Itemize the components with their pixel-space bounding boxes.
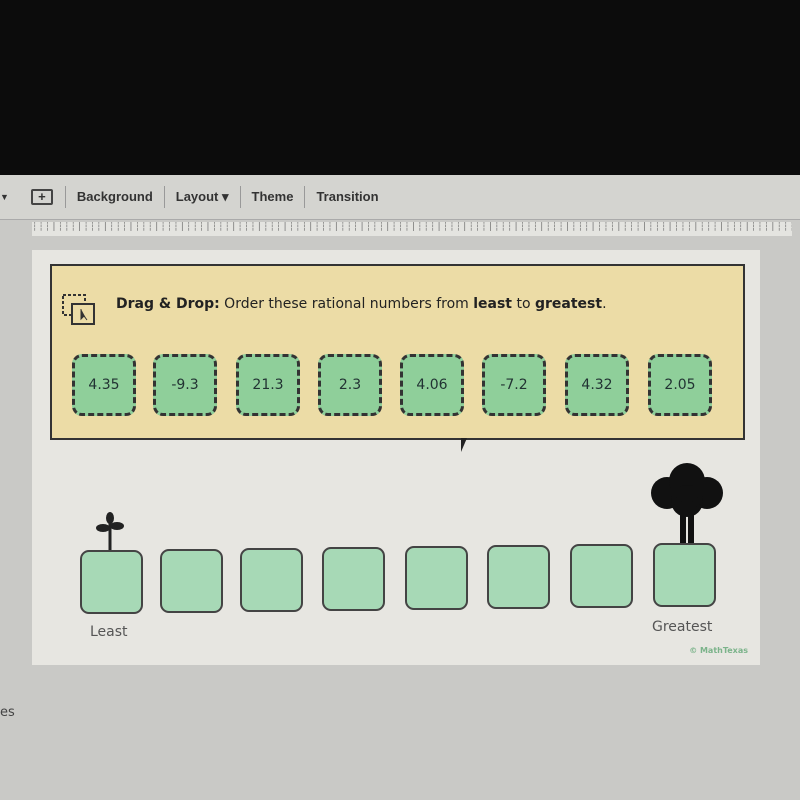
drop-slot[interactable]: [160, 549, 223, 613]
mouse-cursor-icon: [461, 438, 467, 452]
drop-slot[interactable]: [322, 547, 385, 611]
drop-slot[interactable]: [653, 543, 716, 607]
number-card[interactable]: -7.2: [482, 354, 546, 416]
number-card[interactable]: -9.3: [153, 354, 217, 416]
slide-canvas: Drag & Drop: Order these rational number…: [32, 250, 760, 665]
theme-button[interactable]: Theme: [241, 186, 306, 208]
prompt-box: Drag & Drop: Order these rational number…: [50, 264, 745, 440]
number-card[interactable]: 2.05: [648, 354, 712, 416]
drop-slot[interactable]: [240, 548, 303, 612]
tree-icon: [651, 463, 723, 545]
least-label: Least: [90, 624, 128, 640]
number-card[interactable]: 4.06: [400, 354, 464, 416]
drop-slot[interactable]: [405, 546, 468, 610]
layout-label: Layout: [175, 189, 219, 204]
add-comment-icon[interactable]: +: [30, 189, 53, 205]
drop-slot[interactable]: [487, 545, 550, 609]
number-card[interactable]: 2.3: [318, 354, 382, 416]
background-button[interactable]: Background: [64, 186, 165, 208]
number-card[interactable]: 21.3: [236, 354, 300, 416]
dropdown-caret-icon[interactable]: ▼: [0, 192, 9, 202]
ruler[interactable]: ┆┆┆|┆┆┆|┆┆┆|┆┆┆|┆┆┆|┆┆┆|┆┆┆|┆┆┆|┆┆┆|┆┆┆|…: [32, 222, 792, 236]
screen: ▼ + Background Layout ▾ Theme Transition…: [0, 175, 800, 800]
layout-button[interactable]: Layout ▾: [165, 186, 241, 208]
number-card[interactable]: 4.35: [72, 354, 136, 416]
greatest-label: Greatest: [652, 619, 713, 635]
credit-text: © MathTexas: [689, 646, 748, 655]
drag-drop-icon: [62, 294, 95, 325]
sprout-icon: [96, 512, 124, 550]
transition-button[interactable]: Transition: [305, 186, 389, 208]
drop-slot[interactable]: [570, 544, 633, 608]
toolbar: ▼ + Background Layout ▾ Theme Transition: [0, 175, 800, 220]
side-text: es: [0, 705, 15, 720]
instruction-text: Drag & Drop: Order these rational number…: [116, 296, 607, 312]
drop-slot[interactable]: [80, 550, 143, 614]
number-card[interactable]: 4.32: [565, 354, 629, 416]
